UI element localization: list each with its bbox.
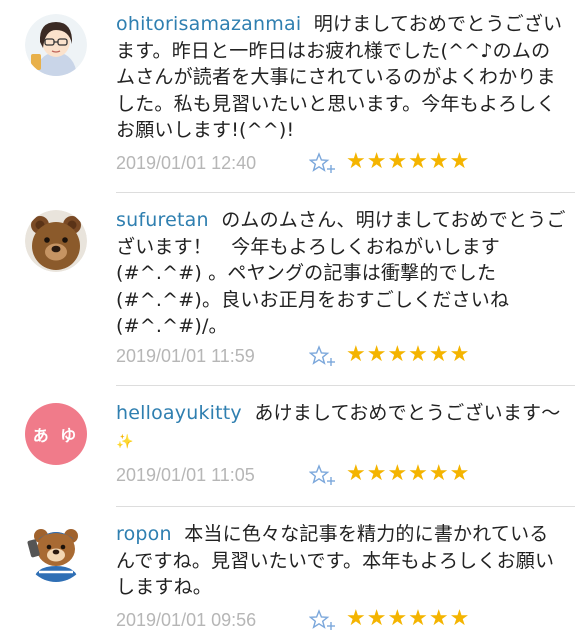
username-link[interactable]: ohitorisamazanmai — [116, 13, 301, 35]
username-link[interactable]: helloayukitty — [116, 402, 242, 424]
timestamp[interactable]: 2019/01/01 11:05 — [116, 462, 255, 488]
user-avatar[interactable]: あ ゆ — [25, 403, 87, 465]
comment-text: ropon 本当に色々な記事を精力的に書かれているんですね。見習いたいです。本年… — [116, 521, 566, 601]
divider — [116, 385, 575, 386]
comment-body: 本当に色々な記事を精力的に書かれているんですね。見習いたいです。本年もよろしくお… — [116, 523, 555, 598]
user-avatar[interactable] — [25, 14, 87, 76]
comment-meta: 2019/01/01 09:56 ★★★★★★ — [116, 606, 566, 633]
timestamp[interactable]: 2019/01/01 12:40 — [116, 150, 256, 176]
add-star-icon[interactable] — [309, 152, 337, 174]
user-avatar[interactable] — [25, 520, 87, 582]
divider — [116, 192, 575, 193]
teddy-bear-avatar-icon — [25, 210, 87, 272]
star-rating[interactable]: ★★★★★★ — [346, 606, 470, 632]
username-link[interactable]: ropon — [116, 523, 172, 545]
add-star-icon[interactable] — [309, 609, 337, 631]
add-star-icon[interactable] — [309, 464, 337, 486]
user-avatar[interactable] — [25, 210, 87, 272]
comment-text: helloayukitty あけましておめでとうございます〜 ✨ — [116, 400, 566, 455]
star-rating[interactable]: ★★★★★★ — [346, 149, 470, 175]
timestamp[interactable]: 2019/01/01 11:59 — [116, 343, 255, 369]
cartoon-bear-avatar-icon — [25, 520, 87, 582]
username-link[interactable]: sufuretan — [116, 209, 209, 231]
divider — [116, 506, 575, 507]
comment-meta: 2019/01/01 12:40 ★★★★★★ — [116, 149, 566, 176]
timestamp[interactable]: 2019/01/01 09:56 — [116, 607, 256, 633]
comment-body: あけましておめでとうございます〜 — [254, 402, 561, 424]
star-rating[interactable]: ★★★★★★ — [346, 342, 470, 368]
comment-meta: 2019/01/01 11:05 ★★★★★★ — [116, 461, 566, 488]
avatar-initials: あ ゆ — [32, 426, 80, 445]
illustrated-woman-avatar-icon — [25, 14, 87, 76]
comment-meta: 2019/01/01 11:59 ★★★★★★ — [116, 342, 566, 369]
comment-text: sufuretan のムのムさん、明けましておめでとうございます！ 今年もよろし… — [116, 207, 566, 340]
add-star-icon[interactable] — [309, 345, 337, 367]
comment-text: ohitorisamazanmai 明けましておめでとうございます。昨日と一昨日… — [116, 11, 566, 144]
sparkle-icon: ✨ — [116, 433, 134, 450]
star-rating[interactable]: ★★★★★★ — [346, 461, 470, 487]
